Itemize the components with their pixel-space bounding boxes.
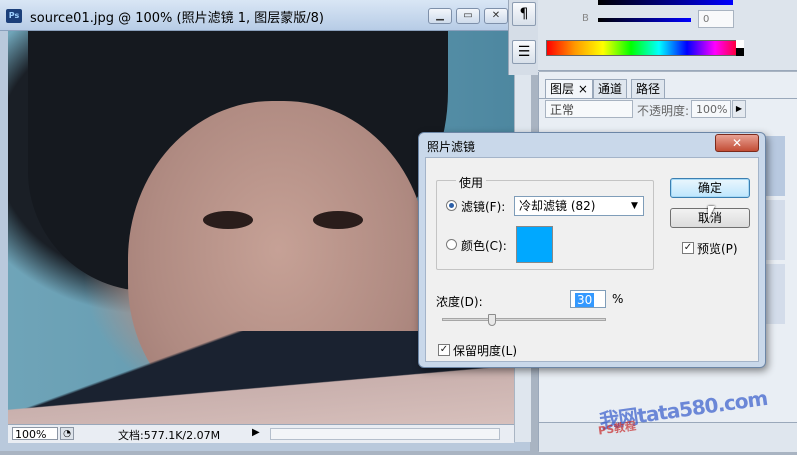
- horizontal-scrollbar[interactable]: [270, 428, 500, 440]
- document-title-bar[interactable]: Ps source01.jpg @ 100% (照片滤镜 1, 图层蒙版/8) …: [0, 0, 530, 31]
- filter-radio-label[interactable]: 滤镜(F):: [461, 198, 505, 215]
- color-radio[interactable]: [446, 239, 457, 250]
- blend-mode-select[interactable]: 正常: [545, 100, 633, 118]
- document-status-bar: 100% ◔ 文档:577.1K/2.07M ▶: [8, 424, 514, 443]
- maximize-button[interactable]: ▭: [456, 8, 480, 24]
- density-unit: %: [612, 292, 624, 306]
- photo-right-eye: [313, 211, 363, 229]
- use-group-label: 使用: [456, 174, 487, 191]
- side-toolbar: ¶ ☰: [508, 0, 539, 75]
- color-radio-label[interactable]: 颜色(C):: [461, 237, 507, 254]
- tab-layers-label: 图层: [550, 82, 575, 96]
- zoom-field[interactable]: 100%: [12, 427, 58, 441]
- preserve-luminosity-label[interactable]: 保留明度(L): [453, 342, 517, 359]
- dialog-title: 照片滤镜: [427, 140, 476, 154]
- photoshop-app-icon: Ps: [6, 9, 22, 23]
- b-channel-field[interactable]: 0: [698, 10, 734, 28]
- opacity-field[interactable]: 100%: [691, 100, 731, 118]
- dialog-close-button[interactable]: ✕: [715, 134, 759, 152]
- document-size-info: 文档:577.1K/2.07M: [118, 429, 221, 442]
- status-menu-icon[interactable]: ◔: [60, 427, 74, 440]
- b-channel-slider[interactable]: [598, 18, 691, 22]
- density-field[interactable]: 30: [570, 290, 606, 308]
- density-value: 30: [575, 293, 595, 307]
- preserve-luminosity-checkbox[interactable]: ✓: [438, 344, 450, 356]
- color-spectrum[interactable]: [546, 40, 744, 56]
- filter-radio[interactable]: [446, 200, 457, 211]
- dialog-body: 使用 滤镜(F): 冷却滤镜 (82) ▼ 颜色(C): 确定 取消 ✓ 预览(…: [425, 157, 759, 362]
- photo-filter-dialog: 照片滤镜 ✕ 使用 滤镜(F): 冷却滤镜 (82) ▼ 颜色(C): 确定 取…: [418, 132, 766, 368]
- tab-layers[interactable]: 图层 ×: [545, 79, 593, 98]
- color-panel: B 0: [538, 0, 797, 71]
- g-channel-slider[interactable]: [598, 0, 733, 5]
- chevron-down-icon[interactable]: ▼: [631, 196, 638, 216]
- tab-channels[interactable]: 通道: [593, 79, 628, 98]
- list-icon[interactable]: ☰: [512, 40, 536, 64]
- minimize-button[interactable]: ▁: [428, 8, 452, 24]
- black-white-swatch[interactable]: [736, 40, 744, 56]
- color-swatch[interactable]: [516, 226, 553, 263]
- ok-button[interactable]: 确定: [670, 178, 750, 198]
- opacity-arrow-icon[interactable]: ▶: [732, 100, 746, 118]
- preview-label[interactable]: 预览(P): [697, 240, 738, 257]
- preview-checkbox[interactable]: ✓: [682, 242, 694, 254]
- density-label: 浓度(D):: [436, 295, 483, 309]
- b-channel-label: B: [582, 13, 589, 24]
- status-arrow-icon[interactable]: ▶: [252, 427, 260, 438]
- mouse-cursor-icon: [708, 206, 722, 220]
- document-title: source01.jpg @ 100% (照片滤镜 1, 图层蒙版/8): [30, 11, 324, 26]
- layers-panel-tabs: 图层 × 通道 路径: [539, 76, 797, 99]
- photo-left-eye: [203, 211, 253, 229]
- tab-paths[interactable]: 路径: [631, 79, 666, 98]
- filter-select[interactable]: 冷却滤镜 (82): [514, 196, 644, 216]
- close-window-button[interactable]: ✕: [484, 8, 508, 24]
- density-slider-track[interactable]: [442, 314, 606, 326]
- photo-hand: [8, 361, 514, 424]
- density-slider-thumb[interactable]: [488, 314, 496, 326]
- opacity-label: 不透明度:: [637, 104, 690, 118]
- paragraph-icon[interactable]: ¶: [512, 2, 536, 26]
- tab-close-icon[interactable]: ×: [578, 82, 588, 96]
